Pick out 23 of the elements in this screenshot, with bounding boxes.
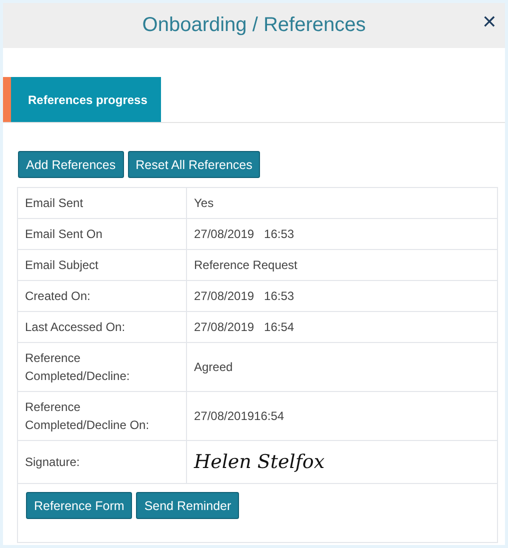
field-label: Reference Completed/Decline On:	[18, 392, 186, 440]
close-button[interactable]: ✕	[482, 12, 497, 33]
field-label: Last Accessed On:	[18, 312, 186, 342]
field-label: Email Sent	[18, 188, 186, 218]
field-label: Email Sent On	[18, 218, 186, 250]
field-value: 27/08/201916:54	[186, 392, 498, 440]
signature: Helen Stelfox	[194, 451, 325, 473]
field-value: 27/08/2019 16:53	[186, 280, 498, 312]
field-label: Email Subject	[18, 250, 186, 280]
field-value: 27/08/2019 16:54	[186, 312, 498, 342]
field-label: Created On:	[18, 280, 186, 312]
window-title: Onboarding / References	[142, 14, 366, 37]
field-label: Reference Completed/Decline:	[18, 342, 186, 392]
action-button[interactable]: Reference Form	[26, 492, 132, 519]
action-button[interactable]: Reset All References	[128, 151, 260, 178]
action-button[interactable]: Send Reminder	[136, 492, 240, 519]
field-value: Reference Request	[186, 250, 498, 280]
field-label: Signature:	[18, 440, 186, 484]
field-value: Agreed	[186, 342, 498, 392]
field-value: 27/08/2019 16:53	[186, 218, 498, 250]
action-button[interactable]: Add References	[18, 151, 124, 178]
tab[interactable]: References progress	[3, 77, 162, 122]
field-value: Yes	[186, 188, 498, 218]
